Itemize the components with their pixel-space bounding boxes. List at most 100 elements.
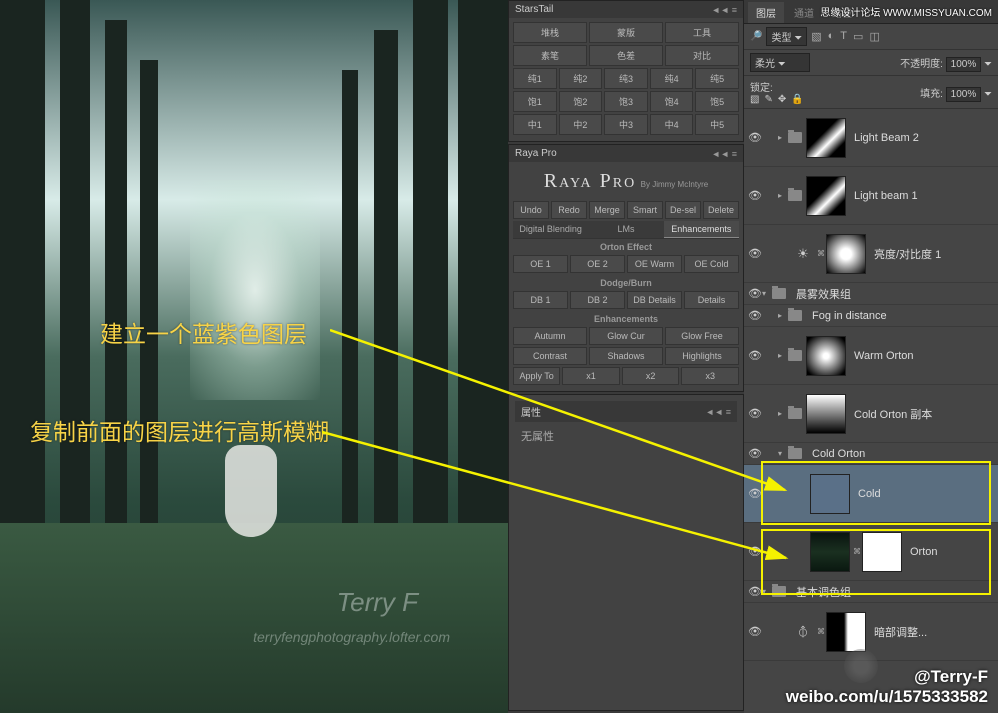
desel-button[interactable]: De-sel (665, 201, 701, 219)
visibility-icon[interactable]: 👁 (748, 189, 762, 202)
link-icon[interactable]: ⌘ (852, 547, 862, 556)
visibility-icon[interactable]: 👁 (748, 545, 762, 558)
visibility-icon[interactable]: 👁 (748, 407, 762, 420)
shadows-button[interactable]: Shadows (589, 347, 663, 365)
tab-lms[interactable]: LMs (588, 221, 663, 238)
fill-value[interactable]: 100% (946, 87, 982, 102)
panel-close-icon[interactable]: ◄◄ ≡ (711, 5, 737, 15)
stars-btn[interactable]: 中1 (513, 114, 557, 135)
visibility-icon[interactable]: 👁 (748, 247, 762, 260)
filter-adjust-icon[interactable]: ◐ (828, 30, 835, 43)
stars-btn[interactable]: 饱5 (695, 91, 739, 112)
disclosure-icon[interactable]: ▸ (778, 191, 788, 200)
stars-btn[interactable]: 纯1 (513, 68, 557, 89)
layer-mask-thumb[interactable] (806, 118, 846, 158)
layer-mask-thumb[interactable] (806, 394, 846, 434)
tab-digital-blending[interactable]: Digital Blending (513, 221, 588, 238)
layer-mask-thumb[interactable] (806, 336, 846, 376)
stars-btn[interactable]: 中4 (650, 114, 694, 135)
visibility-icon[interactable]: 👁 (748, 625, 762, 638)
layer-orton[interactable]: 👁 ⌘ Orton (744, 523, 998, 581)
panel-close-icon[interactable]: ◄◄ ≡ (705, 407, 731, 417)
stars-btn[interactable]: 饱2 (559, 91, 603, 112)
stars-btn[interactable]: 堆栈 (513, 22, 587, 43)
layer-mask-thumb[interactable] (826, 234, 866, 274)
visibility-icon[interactable]: 👁 (748, 585, 762, 598)
blend-mode-dropdown[interactable]: 柔光 ⏷ (750, 53, 810, 72)
layer-mask-thumb[interactable] (826, 612, 866, 652)
lock-pixels-icon[interactable]: ✎ (764, 94, 772, 105)
stars-btn[interactable]: 中5 (695, 114, 739, 135)
layer-name[interactable]: Orton (904, 546, 994, 558)
apply-x1[interactable]: x1 (562, 367, 620, 385)
delete-button[interactable]: Delete (703, 201, 739, 219)
link-icon[interactable]: ⌘ (816, 249, 826, 258)
disclosure-icon[interactable]: ▾ (762, 587, 772, 596)
layer-name[interactable]: Warm Orton (848, 350, 994, 362)
lock-position-icon[interactable]: ✥ (778, 94, 786, 105)
layer-name[interactable]: 亮度/对比度 1 (868, 246, 994, 262)
glow-cur-button[interactable]: Glow Cur (589, 327, 663, 345)
layer-name[interactable]: Cold Orton (806, 448, 994, 460)
apply-x3[interactable]: x3 (681, 367, 739, 385)
lock-all-icon[interactable]: 🔒 (791, 94, 803, 105)
visibility-icon[interactable]: 👁 (748, 287, 762, 300)
disclosure-icon[interactable]: ▸ (778, 351, 788, 360)
oe-warm-button[interactable]: OE Warm (627, 255, 682, 273)
disclosure-icon[interactable]: ▾ (778, 449, 788, 458)
smart-button[interactable]: Smart (627, 201, 663, 219)
oe-cold-button[interactable]: OE Cold (684, 255, 739, 273)
stars-btn[interactable]: 蒙版 (589, 22, 663, 43)
visibility-icon[interactable]: 👁 (748, 309, 762, 322)
layer-name[interactable]: Light Beam 2 (848, 132, 994, 144)
stars-btn[interactable]: 对比 (665, 45, 739, 66)
contrast-button[interactable]: Contrast (513, 347, 587, 365)
merge-button[interactable]: Merge (589, 201, 625, 219)
oe2-button[interactable]: OE 2 (570, 255, 625, 273)
stars-btn[interactable]: 素笔 (513, 45, 587, 66)
stars-btn[interactable]: 纯4 (650, 68, 694, 89)
disclosure-icon[interactable]: ▸ (778, 311, 788, 320)
disclosure-icon[interactable]: ▸ (778, 409, 788, 418)
visibility-icon[interactable]: 👁 (748, 349, 762, 362)
layer-mask-thumb[interactable] (862, 532, 902, 572)
filter-kind-dropdown[interactable]: 类型 ⏷ (766, 27, 807, 46)
lock-transparent-icon[interactable]: ▧ (750, 94, 759, 105)
layer-warm-orton[interactable]: 👁 ▸ Warm Orton (744, 327, 998, 385)
visibility-icon[interactable]: 👁 (748, 487, 762, 500)
stars-btn[interactable]: 色差 (589, 45, 663, 66)
stars-btn[interactable]: 饱4 (650, 91, 694, 112)
layer-cold[interactable]: 👁 Cold (744, 465, 998, 523)
layer-name[interactable]: Cold Orton 副本 (848, 406, 994, 422)
link-icon[interactable]: ⌘ (816, 627, 826, 636)
oe1-button[interactable]: OE 1 (513, 255, 568, 273)
layer-light-beam-2[interactable]: 👁 ▸ Light Beam 2 (744, 109, 998, 167)
undo-button[interactable]: Undo (513, 201, 549, 219)
layer-name[interactable]: Light beam 1 (848, 190, 994, 202)
layer-thumb[interactable] (810, 532, 850, 572)
glow-free-button[interactable]: Glow Free (665, 327, 739, 345)
layer-light-beam-1[interactable]: 👁 ▸ Light beam 1 (744, 167, 998, 225)
opacity-value[interactable]: 100% (946, 57, 982, 72)
layer-cold-orton-copy[interactable]: 👁 ▸ Cold Orton 副本 (744, 385, 998, 443)
layer-mask-thumb[interactable] (806, 176, 846, 216)
panel-close-icon[interactable]: ◄◄ ≡ (711, 149, 737, 159)
stars-btn[interactable]: 中2 (559, 114, 603, 135)
stars-btn[interactable]: 纯5 (695, 68, 739, 89)
filter-shape-icon[interactable]: ▭ (853, 30, 863, 43)
canvas-area[interactable]: 建立一个蓝紫色图层 复制前面的图层进行高斯模糊 Terry F terryfen… (0, 0, 508, 713)
layer-thumb[interactable] (810, 474, 850, 514)
details-button[interactable]: Details (684, 291, 739, 309)
db1-button[interactable]: DB 1 (513, 291, 568, 309)
stars-btn[interactable]: 纯3 (604, 68, 648, 89)
disclosure-icon[interactable]: ▸ (778, 133, 788, 142)
stars-btn[interactable]: 工具 (665, 22, 739, 43)
layer-base-tone-group[interactable]: 👁 ▾ 基本调色组 (744, 581, 998, 603)
disclosure-icon[interactable]: ▾ (762, 289, 772, 298)
stars-btn[interactable]: 中3 (604, 114, 648, 135)
highlights-button[interactable]: Highlights (665, 347, 739, 365)
layer-morning-fog-group[interactable]: 👁 ▾ 晨雾效果组 (744, 283, 998, 305)
layer-name[interactable]: Cold (852, 488, 994, 500)
filter-smart-icon[interactable]: ◫ (869, 30, 879, 43)
filter-kind-icon[interactable]: 🔎 (750, 31, 762, 42)
